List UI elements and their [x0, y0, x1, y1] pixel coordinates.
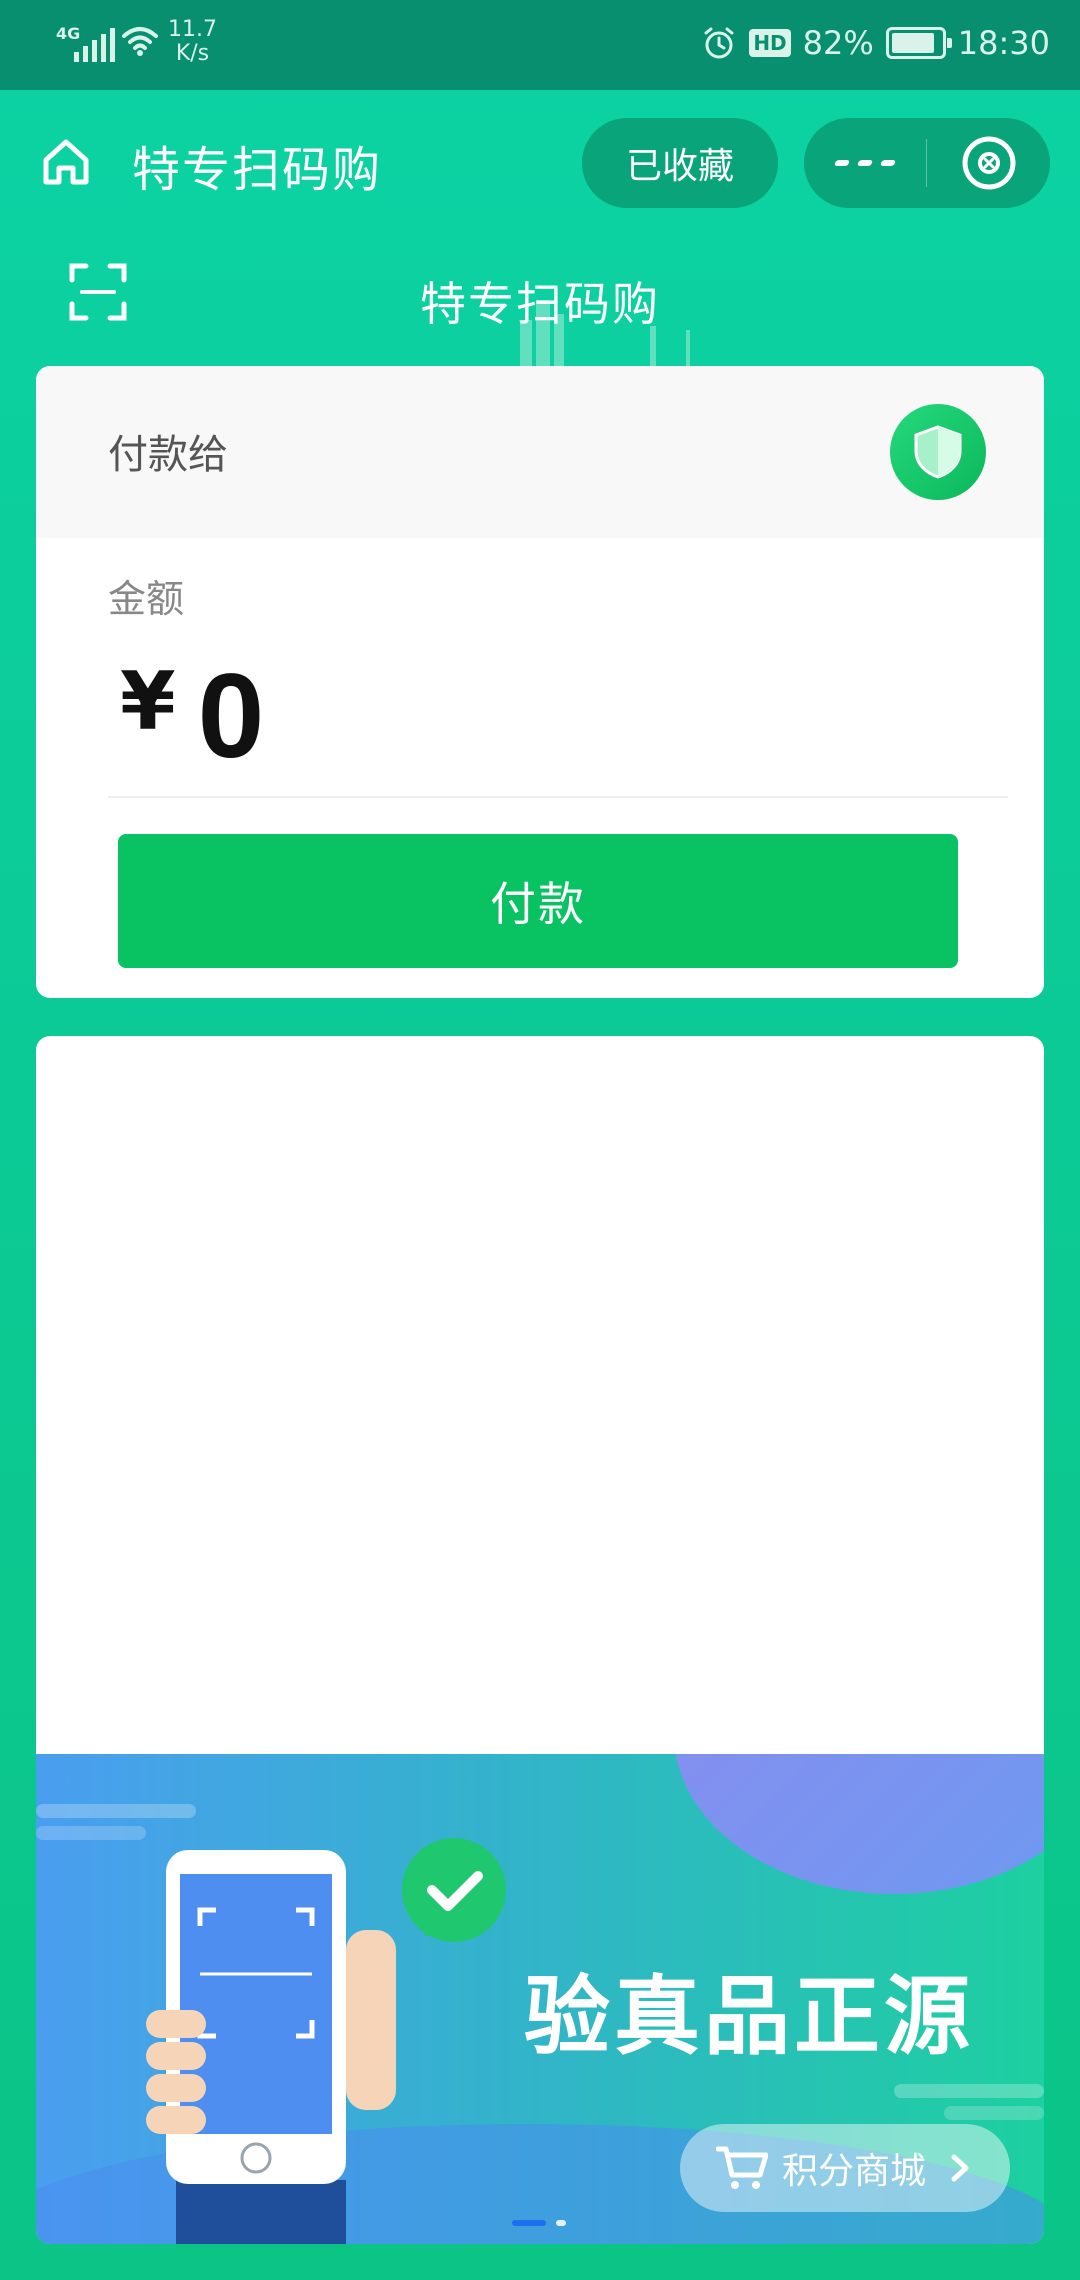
- menu-capsule: [804, 118, 1050, 208]
- favorited-button[interactable]: 已收藏: [582, 118, 778, 208]
- cart-icon: [716, 2146, 768, 2189]
- amount-label: 金额: [108, 577, 185, 621]
- banner-streak-decoration: [36, 1804, 196, 1818]
- points-mall-label: 积分商城: [782, 2151, 927, 2192]
- banner-streak-decoration: [894, 2084, 1044, 2098]
- amount-value: 0: [197, 649, 265, 783]
- more-dot-icon: [879, 160, 897, 166]
- check-bubble-icon: [402, 1838, 506, 1942]
- alarm-icon: [704, 27, 734, 59]
- chevron-right-icon: [951, 2154, 969, 2182]
- points-mall-button[interactable]: 积分商城: [680, 2124, 1010, 2212]
- banner-streak-decoration: [944, 2106, 1044, 2120]
- signal-icon: [74, 28, 115, 62]
- banner-blob-decoration: [674, 1754, 1044, 1894]
- more-dot-icon: [833, 160, 851, 166]
- promo-banner[interactable]: 验真品正源 积分商城: [36, 1754, 1044, 2244]
- more-options-button[interactable]: [804, 118, 926, 208]
- network-speed-unit: K/s: [175, 41, 210, 66]
- hd-badge: HD: [749, 29, 791, 57]
- close-mini-program-button[interactable]: [927, 135, 1050, 191]
- app-title: 特专扫码购: [132, 142, 383, 198]
- wifi-icon: [122, 27, 158, 56]
- network-speed: 11.7 K/s: [168, 18, 217, 66]
- mini-program-header: 特专扫码购 已收藏: [0, 90, 1080, 230]
- amount-input[interactable]: ¥ 0: [120, 656, 264, 776]
- payee-label: 付款给: [108, 432, 228, 478]
- clock: 18:30: [957, 24, 1050, 62]
- battery-percent: 82%: [802, 24, 874, 62]
- carousel-dot: [556, 2220, 566, 2226]
- more-dot-icon: [856, 160, 874, 166]
- shield-icon: [914, 425, 962, 479]
- battery-icon: [885, 27, 952, 59]
- banner-streak-decoration: [36, 1826, 146, 1840]
- amount-underline: [108, 796, 1008, 798]
- network-speed-value: 11.7: [168, 17, 217, 42]
- carousel-indicator[interactable]: [512, 2220, 566, 2226]
- currency-symbol: ¥: [120, 655, 176, 748]
- payment-card: 付款给 金额 ¥ 0 付款: [36, 366, 1044, 998]
- carousel-dot-active: [512, 2220, 546, 2226]
- security-shield-badge: [890, 404, 986, 500]
- content-card: 验真品正源 积分商城: [36, 1036, 1044, 2244]
- status-bar: 4G 11.7 K/s HD 82% 18:30: [0, 0, 1080, 90]
- status-right: HD 82% 18:30: [701, 24, 1050, 62]
- banner-headline: 验真品正源: [524, 1967, 974, 2067]
- pay-button[interactable]: 付款: [118, 834, 958, 968]
- close-circle-icon: [962, 136, 1015, 190]
- page-title: 特专扫码购: [420, 277, 660, 331]
- home-icon[interactable]: [38, 134, 94, 190]
- payee-row: 付款给: [36, 366, 1044, 538]
